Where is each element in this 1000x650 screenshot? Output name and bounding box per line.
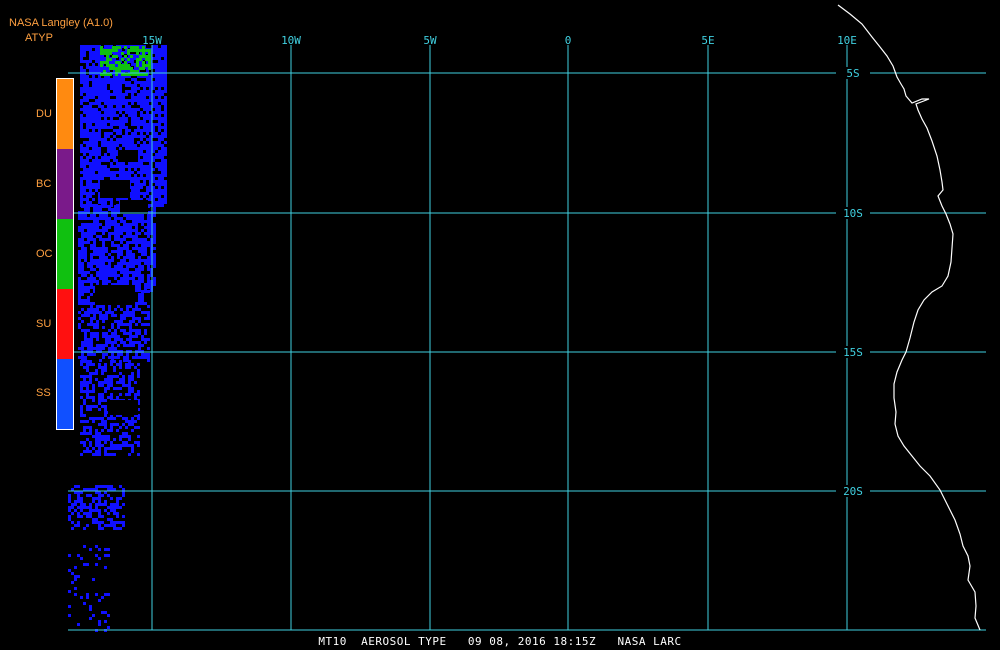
legend-swatch-du: [57, 79, 73, 149]
legend-swatch-su: [57, 289, 73, 359]
latitude-label: 10S: [843, 207, 863, 220]
legend-label-du: DU: [36, 108, 52, 120]
product-label: ATYP: [25, 32, 53, 44]
coastline: [837, 4, 981, 631]
longitude-label: 5W: [423, 34, 437, 47]
legend-label-oc: OC: [36, 248, 53, 260]
latitude-label: 15S: [843, 346, 863, 359]
latitude-label: 5S: [846, 67, 859, 80]
legend-swatch-ss: [57, 359, 73, 429]
longitude-label: 10W: [281, 34, 301, 47]
footer-caption: MT10 AEROSOL TYPE 09 08, 2016 18:15Z NAS…: [318, 635, 682, 648]
legend-label-ss: SS: [36, 387, 51, 399]
source-label: NASA Langley (A1.0): [9, 17, 113, 29]
legend-label-bc: BC: [36, 178, 52, 190]
legend-label-su: SU: [36, 318, 52, 330]
aerosol-map: 15W 10W 5W 0 5E 10E 5S 10S 15S 20S: [68, 4, 986, 632]
longitude-label: 15W: [142, 34, 162, 47]
longitude-label: 0: [565, 34, 572, 47]
longitude-label: 5E: [701, 34, 714, 47]
legend-swatch-bc: [57, 149, 73, 219]
legend-swatch-oc: [57, 219, 73, 289]
lat-lon-grid: 15W 10W 5W 0 5E 10E 5S 10S 15S 20S: [68, 34, 986, 631]
longitude-label: 10E: [837, 34, 857, 47]
aerosol-type-legend: [56, 78, 74, 430]
latitude-label: 20S: [843, 485, 863, 498]
